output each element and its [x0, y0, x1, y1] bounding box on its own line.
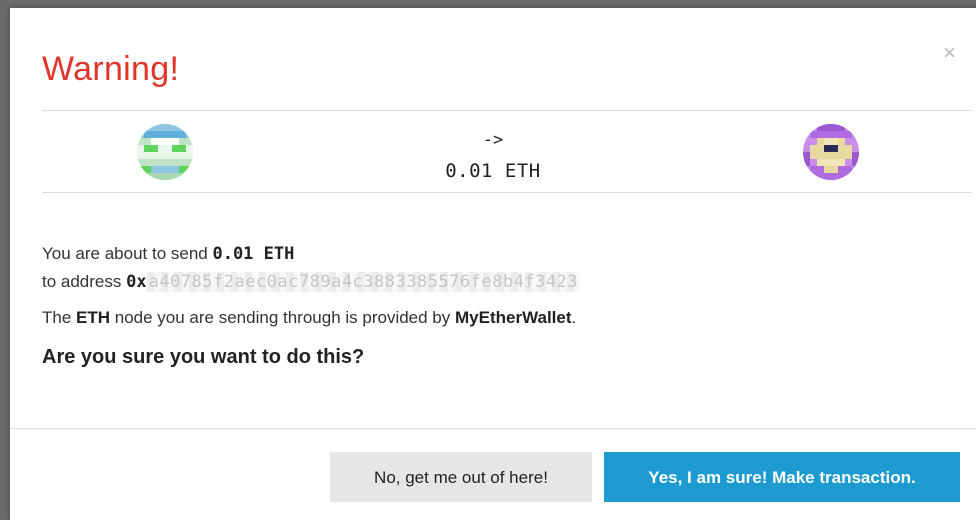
cancel-button[interactable]: No, get me out of here!: [330, 452, 592, 502]
to-identicon-icon: [803, 124, 859, 180]
node-suffix: .: [571, 308, 577, 327]
address-line: to address 0x a40785f2aec0ac789a4c3883385…: [42, 268, 942, 296]
transfer-summary: -> 0.01 ETH: [10, 110, 976, 192]
address-prefix: to address: [42, 272, 127, 291]
divider: [42, 192, 972, 193]
confirm-transaction-button[interactable]: Yes, I am sure! Make transaction.: [604, 452, 960, 502]
confirmation-question: Are you sure you want to do this?: [42, 346, 365, 368]
recipient-address: a40785f2aec0ac789a4c3883385576fe8b4f3423: [146, 272, 580, 292]
send-prefix: You are about to send: [42, 244, 213, 263]
node-provider: MyEtherWallet: [455, 308, 572, 327]
node-prefix: The: [42, 308, 77, 327]
confirm-transaction-modal: Warning! × -> 0.01 ETH You are about to …: [10, 8, 976, 520]
send-amount-line: You are about to send 0.01 ETH: [42, 240, 942, 268]
node-name: ETH: [76, 308, 111, 327]
send-amount: 0.01 ETH: [212, 244, 295, 264]
modal-title: Warning!: [42, 50, 180, 88]
node-info-line: The ETH node you are sending through is …: [42, 304, 942, 332]
address-start: 0x: [126, 272, 147, 292]
close-icon[interactable]: ×: [943, 42, 956, 64]
footer-divider: [10, 428, 976, 429]
node-middle: node you are sending through is provided…: [110, 308, 455, 327]
warning-body: You are about to send 0.01 ETH to addres…: [42, 240, 942, 369]
